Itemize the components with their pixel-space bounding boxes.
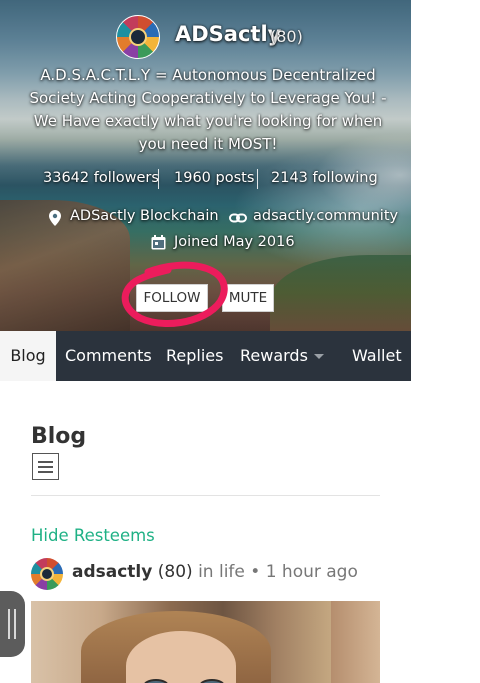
profile-website-link[interactable]: adsactly.community xyxy=(253,208,398,224)
post-in-label: in xyxy=(198,562,214,582)
calendar-icon xyxy=(151,235,166,250)
profile-reputation: (80) xyxy=(270,27,303,46)
hide-resteems-link[interactable]: Hide Resteems xyxy=(31,526,155,545)
posts-count: 1960 posts xyxy=(174,170,255,186)
meta-separator: • xyxy=(250,562,261,582)
location-pin-icon xyxy=(49,210,61,226)
mute-button[interactable]: MUTE xyxy=(222,284,274,312)
tab-blog[interactable]: Blog xyxy=(0,331,56,381)
stats-divider xyxy=(257,169,258,189)
profile-username: ADSactly xyxy=(175,22,282,46)
side-drawer-handle[interactable] xyxy=(0,591,25,657)
stats-divider xyxy=(158,169,159,189)
profile-joined-date: Joined May 2016 xyxy=(174,234,295,250)
post-meta: adsactly (80) in life • 1 hour ago xyxy=(72,562,358,582)
post-author[interactable]: adsactly xyxy=(72,562,152,582)
post-category[interactable]: life xyxy=(219,562,245,582)
following-count[interactable]: 2143 following xyxy=(271,170,378,186)
tab-rewards-label: Rewards xyxy=(240,346,308,365)
followers-count[interactable]: 33642 followers xyxy=(43,170,159,186)
link-icon xyxy=(229,213,247,223)
post-timestamp[interactable]: 1 hour ago xyxy=(266,562,358,582)
tab-replies[interactable]: Replies xyxy=(166,331,223,381)
caret-down-icon xyxy=(313,354,324,359)
header-shade xyxy=(0,0,411,331)
profile-location: ADSactly Blockchain xyxy=(70,208,219,224)
profile-header: ADSactly (80) A.D.S.A.C.T.L.Y = Autonomo… xyxy=(0,0,411,331)
section-divider xyxy=(31,495,380,496)
post-header: adsactly (80) in life • 1 hour ago xyxy=(31,558,380,592)
tab-rewards[interactable]: Rewards xyxy=(240,331,324,381)
follow-button[interactable]: FOLLOW xyxy=(136,284,208,312)
post-author-reputation: (80) xyxy=(157,562,193,582)
post-author-avatar[interactable] xyxy=(31,558,63,590)
tab-wallet[interactable]: Wallet xyxy=(352,331,402,381)
profile-about: A.D.S.A.C.T.L.Y = Autonomous Decentraliz… xyxy=(29,66,387,153)
profile-avatar[interactable] xyxy=(116,15,160,59)
profile-tab-bar: Blog Comments Replies Rewards Wallet xyxy=(0,331,411,381)
thumbnail-tree xyxy=(331,601,380,683)
tab-comments[interactable]: Comments xyxy=(65,331,152,381)
section-title: Blog xyxy=(31,424,87,449)
list-view-icon[interactable] xyxy=(32,453,59,480)
post-thumbnail[interactable] xyxy=(31,601,380,683)
